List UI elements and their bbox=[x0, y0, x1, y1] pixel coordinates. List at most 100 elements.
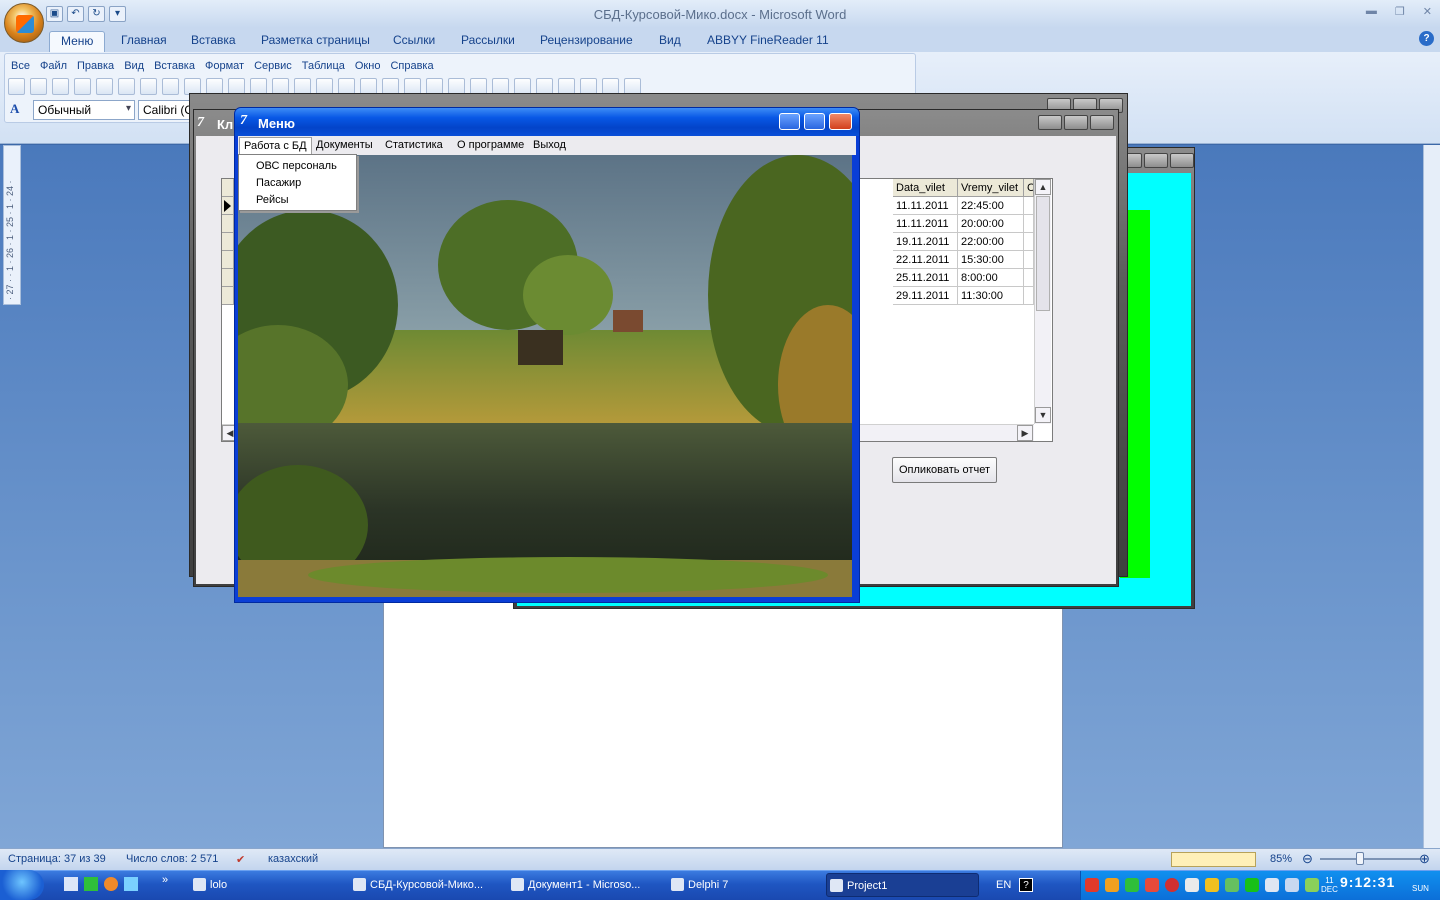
publish-report-button[interactable]: Опликовать отчет bbox=[892, 457, 997, 483]
tab-insert[interactable]: Вставка bbox=[187, 31, 240, 52]
grid-cell[interactable] bbox=[1024, 269, 1034, 287]
word-count[interactable]: Число слов: 2 571 bbox=[126, 853, 218, 865]
tab-review[interactable]: Рецензирование bbox=[536, 31, 637, 52]
taskbar-item-document1[interactable]: Документ1 - Microso... bbox=[508, 873, 658, 897]
menu-insert[interactable]: Вставка bbox=[151, 58, 202, 74]
grid-header-c[interactable]: C bbox=[1024, 179, 1034, 197]
save-icon[interactable] bbox=[52, 78, 69, 95]
maximize-icon[interactable] bbox=[1064, 115, 1088, 130]
style-select[interactable]: Обычный bbox=[33, 100, 135, 120]
scroll-down-icon[interactable]: ▼ bbox=[1035, 407, 1051, 423]
tab-mailings[interactable]: Рассылки bbox=[457, 31, 519, 52]
grid-header-vremy-vilet[interactable]: Vremy_vilet bbox=[958, 179, 1024, 197]
menu-help[interactable]: Справка bbox=[387, 58, 440, 74]
menu-file[interactable]: Файл bbox=[37, 58, 74, 74]
grid-cell[interactable]: 22.11.2011 bbox=[893, 251, 958, 269]
tab-page-layout[interactable]: Разметка страницы bbox=[257, 31, 374, 52]
tab-abbyy[interactable]: ABBYY FineReader 11 bbox=[703, 31, 833, 52]
keyboard-language[interactable]: EN bbox=[996, 879, 1011, 891]
grid-cell[interactable]: 25.11.2011 bbox=[893, 269, 958, 287]
date-indicator[interactable]: 11 DEC bbox=[1321, 876, 1338, 894]
view-buttons[interactable] bbox=[1171, 852, 1256, 867]
maximize-icon[interactable] bbox=[1144, 153, 1168, 168]
menu-table[interactable]: Таблица bbox=[299, 58, 352, 74]
save-icon[interactable]: ▣ bbox=[46, 6, 63, 22]
maximize-icon[interactable] bbox=[804, 113, 825, 130]
grid-cell[interactable]: 11.11.2011 bbox=[893, 215, 958, 233]
close-icon[interactable] bbox=[1090, 115, 1114, 130]
zoom-slider-track[interactable] bbox=[1320, 858, 1420, 860]
menu-documents[interactable]: Документы bbox=[312, 137, 377, 154]
menu-tools[interactable]: Сервис bbox=[251, 58, 299, 74]
grid-cell[interactable] bbox=[1024, 215, 1034, 233]
word-icon[interactable] bbox=[64, 877, 78, 891]
minimize-icon[interactable]: ▬ bbox=[1366, 5, 1377, 18]
people-icon[interactable] bbox=[124, 877, 138, 891]
close-icon[interactable] bbox=[1170, 153, 1194, 168]
grid-cell[interactable]: 22:00:00 bbox=[958, 233, 1024, 251]
menu-format[interactable]: Формат bbox=[202, 58, 251, 74]
print-preview-icon[interactable] bbox=[140, 78, 157, 95]
tray-icon[interactable] bbox=[1225, 878, 1239, 892]
pdf-icon[interactable] bbox=[96, 78, 113, 95]
redo-icon[interactable]: ↻ bbox=[88, 6, 105, 22]
tab-references[interactable]: Ссылки bbox=[389, 31, 439, 52]
zoom-in-icon[interactable]: ⊕ bbox=[1419, 851, 1430, 867]
tray-icon[interactable] bbox=[1165, 878, 1179, 892]
grid-cell[interactable]: 22:45:00 bbox=[958, 197, 1024, 215]
close-icon[interactable]: ✕ bbox=[1423, 5, 1432, 18]
tab-view[interactable]: Вид bbox=[655, 31, 685, 52]
volume-icon[interactable] bbox=[1285, 878, 1299, 892]
document-scrollbar[interactable] bbox=[1423, 145, 1440, 848]
scroll-up-icon[interactable]: ▲ bbox=[1035, 179, 1051, 195]
grid-cell[interactable]: 8:00:00 bbox=[958, 269, 1024, 287]
layout-icon[interactable] bbox=[162, 78, 179, 95]
tray-icon[interactable] bbox=[1145, 878, 1159, 892]
menu-window[interactable]: Окно bbox=[352, 58, 388, 74]
language-indicator[interactable]: казахский bbox=[268, 853, 318, 865]
clock-time[interactable]: 9:12:31 bbox=[1340, 874, 1395, 890]
grid-header-data-vilet[interactable]: Data_vilet bbox=[893, 179, 958, 197]
document-page[interactable] bbox=[383, 598, 1063, 848]
mail-icon[interactable] bbox=[104, 877, 118, 891]
tray-icon[interactable] bbox=[1085, 878, 1099, 892]
menu-all[interactable]: Все bbox=[8, 58, 37, 74]
menu-exit[interactable]: Выход bbox=[529, 137, 570, 154]
office-button[interactable] bbox=[4, 3, 44, 43]
zoom-out-icon[interactable]: ⊖ bbox=[1302, 851, 1313, 867]
styles-icon[interactable]: A bbox=[10, 101, 28, 119]
help-icon[interactable]: ? bbox=[1019, 878, 1033, 892]
grid-cell[interactable]: 20:00:00 bbox=[958, 215, 1024, 233]
proofing-icon[interactable]: ✔ bbox=[236, 853, 245, 866]
grid-cell[interactable]: 15:30:00 bbox=[958, 251, 1024, 269]
grid-cell[interactable] bbox=[1024, 233, 1034, 251]
open-icon[interactable] bbox=[30, 78, 47, 95]
taskbar-item-word-doc[interactable]: СБД-Курсовой-Мико... bbox=[350, 873, 500, 897]
undo-icon[interactable]: ↶ bbox=[67, 6, 84, 22]
print-icon[interactable] bbox=[118, 78, 135, 95]
menu-about[interactable]: О программе bbox=[453, 137, 528, 154]
grid-cell[interactable] bbox=[1024, 287, 1034, 305]
scroll-thumb[interactable] bbox=[1036, 196, 1050, 311]
grid-cell[interactable]: 11:30:00 bbox=[958, 287, 1024, 305]
grid-cell[interactable]: 19.11.2011 bbox=[893, 233, 958, 251]
minimize-icon[interactable] bbox=[779, 113, 800, 130]
menu-statistics[interactable]: Статистика bbox=[381, 137, 447, 154]
new-doc-icon[interactable] bbox=[8, 78, 25, 95]
taskbar-item-lolo[interactable]: lolo bbox=[190, 873, 320, 897]
minimize-icon[interactable] bbox=[1038, 115, 1062, 130]
taskbar-item-project1[interactable]: Project1 bbox=[826, 873, 979, 897]
zoom-level[interactable]: 85% bbox=[1270, 853, 1292, 865]
customize-qat-icon[interactable]: ▾ bbox=[109, 6, 126, 22]
tab-menu[interactable]: Меню bbox=[49, 31, 106, 52]
tray-icon[interactable] bbox=[1185, 878, 1199, 892]
menu-item-ovs-personal[interactable]: ОВС персональ bbox=[256, 160, 337, 172]
tray-icon[interactable] bbox=[1125, 878, 1139, 892]
menu-edit[interactable]: Правка bbox=[74, 58, 121, 74]
tab-home[interactable]: Главная bbox=[117, 31, 171, 52]
app-icon[interactable] bbox=[84, 877, 98, 891]
tray-icon[interactable] bbox=[1265, 878, 1279, 892]
save-all-icon[interactable] bbox=[74, 78, 91, 95]
tray-icon[interactable] bbox=[1245, 878, 1259, 892]
tray-icon[interactable] bbox=[1305, 878, 1319, 892]
